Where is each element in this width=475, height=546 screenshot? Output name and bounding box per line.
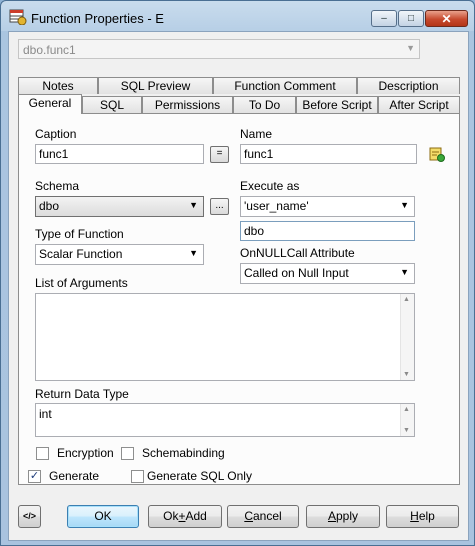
scroll-down-icon[interactable]: ▼ [403,427,410,434]
execute-as-value: 'user_name' [244,199,309,213]
caption-input[interactable]: func1 [35,144,204,164]
arguments-scrollbar[interactable]: ▲ ▼ [400,294,414,380]
return-type-textarea[interactable]: int ▲ ▼ [35,403,415,437]
schemabinding-checkbox[interactable] [121,447,134,460]
tab-to-do[interactable]: To Do [233,96,296,113]
maximize-button[interactable]: □ [398,10,424,27]
copy-caption-to-name-button[interactable]: = [210,146,229,163]
check-mark-icon: ✓ [29,470,40,482]
return-type-value: int [39,407,52,421]
ok-add-label-mnemonic: + [178,509,186,523]
tab-general[interactable]: General [18,94,82,114]
object-selector-value: dbo.func1 [23,43,76,57]
tab-permissions[interactable]: Permissions [142,96,233,113]
chevron-down-icon: ▼ [400,267,409,277]
apply-button[interactable]: Apply [306,505,380,528]
dialog-body: dbo.func1 ▼ Notes SQL Preview Function C… [8,31,469,541]
scroll-up-icon[interactable]: ▲ [403,406,410,413]
cancel-button[interactable]: Cancel [227,505,299,528]
execute-as-label: Execute as [240,179,300,193]
scroll-up-icon[interactable]: ▲ [403,296,410,303]
tab-sql[interactable]: SQL [82,96,142,113]
schema-browse-button[interactable]: ... [210,198,229,215]
rename-icon[interactable] [429,146,445,165]
tab-description[interactable]: Description [357,77,460,94]
chevron-down-icon: ▼ [406,43,415,53]
function-type-select[interactable]: Scalar Function ▼ [35,244,204,265]
help-button[interactable]: Help [386,505,459,528]
function-type-value: Scalar Function [39,247,123,261]
window-title: Function Properties - E [31,11,164,26]
general-tab-panel: Caption func1 = Name func1 Schema dbo ▼ … [18,113,460,485]
schemabinding-label: Schemabinding [142,446,225,460]
tab-after-script[interactable]: After Script [378,96,460,113]
ok-button[interactable]: OK [67,505,139,528]
onnull-value: Called on Null Input [244,266,349,280]
ok-add-button[interactable]: Ok+Add [148,505,222,528]
tab-sql-preview[interactable]: SQL Preview [98,77,213,94]
dialog-window: Function Properties - E ‒ □ ✕ dbo.func1 … [0,0,475,546]
schema-label: Schema [35,179,80,193]
name-label: Name [240,127,273,141]
close-button[interactable]: ✕ [425,10,468,27]
execute-as-select[interactable]: 'user_name' ▼ [240,196,415,217]
generate-checkbox[interactable]: ✓ [28,470,41,483]
function-type-label: Type of Function [35,227,124,241]
minimize-button[interactable]: ‒ [371,10,397,27]
schema-value: dbo [39,199,60,213]
encryption-checkbox[interactable] [36,447,49,460]
generate-sql-only-checkbox[interactable] [131,470,144,483]
cancel-label-rest: ancel [252,509,282,523]
tab-function-comment[interactable]: Function Comment [213,77,357,94]
encryption-label: Encryption [57,446,114,460]
chevron-down-icon: ▼ [189,248,198,258]
schema-select[interactable]: dbo ▼ [35,196,204,217]
help-label-mnemonic: H [410,509,419,523]
apply-label-rest: pply [336,509,359,523]
help-label-rest: elp [418,509,435,523]
onnull-label: OnNULLCall Attribute [240,246,355,260]
return-type-label: Return Data Type [35,387,129,401]
arguments-textarea[interactable]: ▲ ▼ [35,293,415,381]
code-icon: </> [22,511,36,521]
table-function-icon [9,9,27,26]
execute-as-user-input[interactable]: dbo [240,221,415,241]
name-input[interactable]: func1 [240,144,417,164]
tab-before-script[interactable]: Before Script [296,96,378,113]
object-selector-combo[interactable]: dbo.func1 ▼ [18,39,420,59]
ok-add-label-suffix: Add [185,509,207,523]
code-view-button[interactable]: </> [18,505,41,528]
scroll-down-icon[interactable]: ▼ [403,371,410,378]
tab-notes[interactable]: Notes [18,77,98,94]
chevron-down-icon: ▼ [400,200,409,210]
apply-label-mnemonic: A [327,509,336,523]
cancel-label-mnemonic: C [244,509,253,523]
generate-sql-only-label: Generate SQL Only [147,469,252,483]
onnull-select[interactable]: Called on Null Input ▼ [240,263,415,284]
return-type-scrollbar[interactable]: ▲ ▼ [400,404,414,436]
ok-add-label-prefix: Ok [163,509,179,523]
caption-label: Caption [35,127,77,141]
arguments-label: List of Arguments [35,276,128,290]
title-bar[interactable]: Function Properties - E ‒ □ ✕ [1,1,474,31]
chevron-down-icon: ▼ [189,200,198,210]
generate-label: Generate [49,469,100,483]
